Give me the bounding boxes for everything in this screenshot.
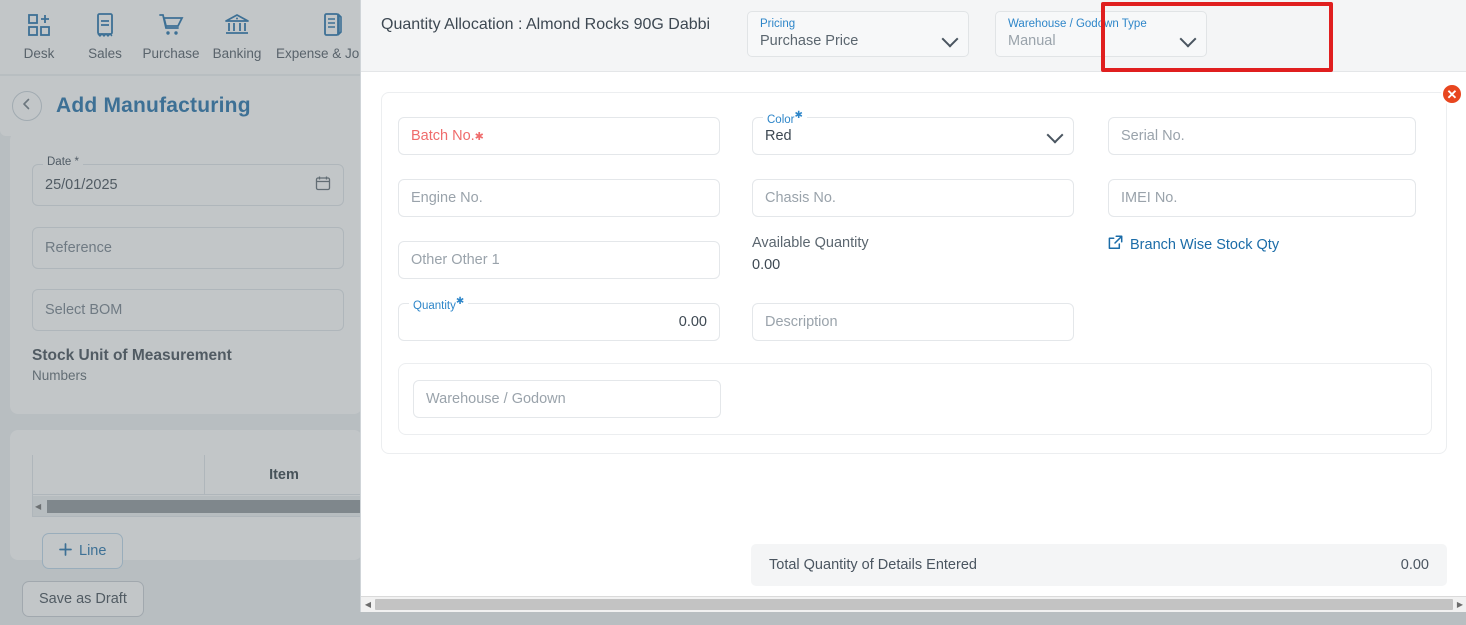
warehouse-godown-placeholder: Warehouse / Godown bbox=[426, 391, 566, 407]
imei-no-field[interactable]: IMEI No. bbox=[1108, 179, 1416, 217]
modal-body: Batch No. ✱ Color✱ Red Serial No. Engine … bbox=[361, 72, 1466, 612]
scroll-left-arrow-icon[interactable]: ◀ bbox=[361, 600, 375, 609]
modal-header: Quantity Allocation : Almond Rocks 90G D… bbox=[361, 0, 1466, 72]
serial-no-field[interactable]: Serial No. bbox=[1108, 117, 1416, 155]
imei-no-placeholder: IMEI No. bbox=[1121, 190, 1178, 206]
color-label: Color✱ bbox=[763, 110, 807, 126]
chevron-down-icon[interactable] bbox=[942, 31, 958, 47]
engine-no-field[interactable]: Engine No. bbox=[398, 179, 720, 217]
warehouse-type-label: Warehouse / Godown Type bbox=[1008, 18, 1147, 30]
serial-no-placeholder: Serial No. bbox=[1121, 128, 1185, 144]
quantity-required-star: ✱ bbox=[455, 296, 465, 307]
branch-wise-stock-qty-link[interactable]: Branch Wise Stock Qty bbox=[1108, 235, 1279, 254]
scroll-right-arrow-icon[interactable]: ▶ bbox=[1453, 600, 1466, 609]
color-dropdown[interactable]: Color✱ Red bbox=[752, 110, 1074, 155]
chasis-no-placeholder: Chasis No. bbox=[765, 190, 836, 206]
external-link-icon bbox=[1108, 235, 1123, 254]
quantity-allocation-modal: Quantity Allocation : Almond Rocks 90G D… bbox=[360, 0, 1466, 612]
total-quantity-label: Total Quantity of Details Entered bbox=[769, 557, 977, 573]
quantity-field[interactable]: Quantity✱ 0.00 bbox=[398, 296, 720, 341]
chasis-no-field[interactable]: Chasis No. bbox=[752, 179, 1074, 217]
description-field[interactable]: Description bbox=[752, 303, 1074, 341]
available-quantity-value: 0.00 bbox=[752, 257, 781, 273]
warehouse-type-dropdown[interactable]: Warehouse / Godown Type Manual bbox=[995, 11, 1207, 57]
modal-horizontal-scrollbar[interactable]: ◀ ▶ bbox=[361, 596, 1466, 612]
close-circle-icon[interactable]: ✕ bbox=[1441, 83, 1463, 105]
batch-no-field[interactable]: Batch No. ✱ bbox=[398, 117, 720, 155]
quantity-value: 0.00 bbox=[678, 314, 707, 330]
engine-no-placeholder: Engine No. bbox=[411, 190, 483, 206]
pricing-dropdown[interactable]: Pricing Purchase Price bbox=[747, 11, 969, 57]
warehouse-sub-card: Warehouse / Godown bbox=[398, 363, 1432, 435]
chevron-down-icon[interactable] bbox=[1047, 127, 1063, 143]
batch-no-placeholder: Batch No. bbox=[411, 128, 475, 144]
available-quantity-label: Available Quantity bbox=[752, 235, 869, 251]
warehouse-type-value: Manual bbox=[1008, 33, 1056, 49]
warehouse-godown-field[interactable]: Warehouse / Godown bbox=[413, 380, 721, 418]
description-placeholder: Description bbox=[765, 314, 838, 330]
branch-wise-stock-qty-label: Branch Wise Stock Qty bbox=[1130, 236, 1280, 253]
other-other-1-field[interactable]: Other Other 1 bbox=[398, 241, 720, 279]
total-quantity-bar: Total Quantity of Details Entered 0.00 bbox=[751, 544, 1447, 586]
pricing-label: Pricing bbox=[760, 18, 796, 30]
total-quantity-value: 0.00 bbox=[1400, 557, 1429, 573]
chevron-down-icon[interactable] bbox=[1180, 31, 1196, 47]
allocation-form-card: Batch No. ✱ Color✱ Red Serial No. Engine … bbox=[381, 92, 1447, 454]
modal-scroll-thumb[interactable] bbox=[375, 599, 1453, 610]
color-required-star: ✱ bbox=[794, 110, 803, 121]
modal-title: Quantity Allocation : Almond Rocks 90G D… bbox=[381, 16, 711, 33]
other-other-1-placeholder: Other Other 1 bbox=[411, 252, 500, 268]
batch-no-required-star: ✱ bbox=[474, 130, 484, 143]
pricing-value: Purchase Price bbox=[760, 33, 859, 49]
quantity-label: Quantity✱ bbox=[409, 296, 469, 312]
color-value: Red bbox=[765, 128, 792, 144]
